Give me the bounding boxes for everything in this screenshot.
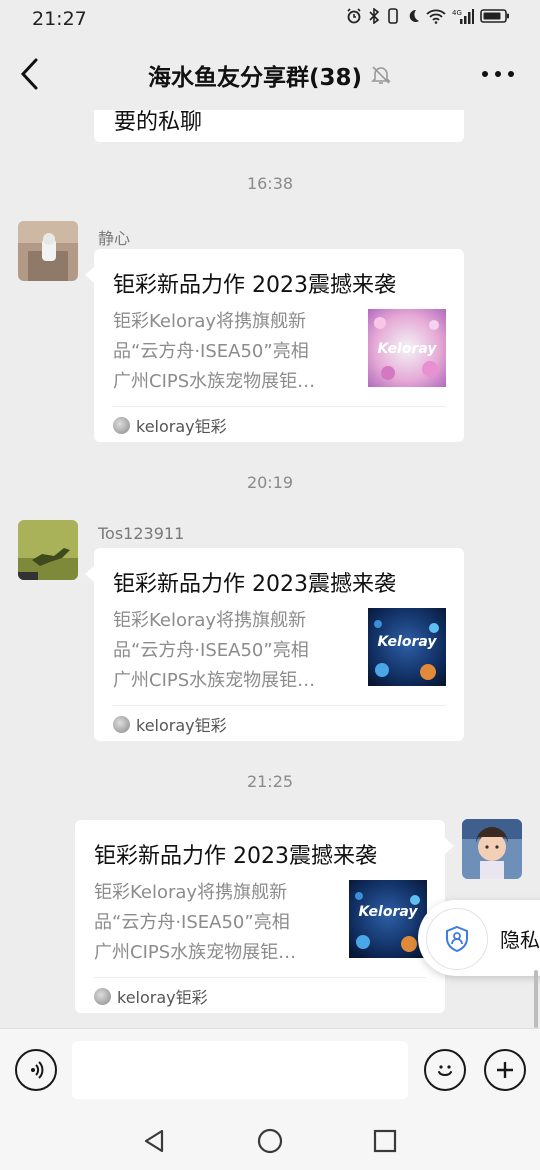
source-name: keloray钜彩 — [136, 417, 227, 436]
source-logo-icon — [113, 715, 130, 733]
card-source: keloray钜彩 — [113, 712, 227, 736]
wifi-icon — [426, 9, 446, 24]
card-desc-line: 品“云方舟·ISEA50”亮相 — [113, 341, 309, 362]
chat-title: 海水鱼友分享群(38) — [147, 65, 363, 91]
privacy-label: 隐私 — [500, 928, 540, 952]
system-back-button[interactable] — [140, 1126, 170, 1156]
network-type-label: 4G — [452, 9, 462, 17]
source-name: keloray钜彩 — [117, 988, 208, 1007]
card-desc-line: 广州CIPS水族宠物展钜… — [94, 942, 297, 963]
message-input[interactable] — [72, 1041, 408, 1099]
chat-title-area: 海水鱼友分享群(38) — [0, 58, 540, 92]
link-card[interactable]: 钜彩新品力作 2023震撼来袭 钜彩Keloray将携旗舰新 品“云方舟·ISE… — [75, 820, 454, 1013]
status-time: 21:27 — [32, 8, 87, 30]
source-name: keloray钜彩 — [136, 716, 227, 735]
bluetooth-icon — [369, 8, 380, 24]
card-thumbnail: Keloray — [368, 608, 446, 686]
voice-icon — [31, 1061, 44, 1079]
message-text: 要的私聊 — [114, 110, 203, 135]
card-source: keloray钜彩 — [113, 413, 227, 437]
card-desc-line: 广州CIPS水族宠物展钜… — [113, 670, 316, 691]
card-thumbnail: Keloray — [349, 880, 427, 958]
timestamp: 20:19 — [246, 473, 294, 492]
card-description: 钜彩Keloray将携旗舰新 品“云方舟·ISEA50”亮相 广州CIPS水族宠… — [113, 307, 351, 397]
card-source: keloray钜彩 — [94, 984, 208, 1008]
avatar[interactable] — [462, 819, 522, 879]
card-title: 钜彩新品力作 2023震撼来袭 — [94, 844, 377, 869]
system-home-button[interactable] — [255, 1126, 285, 1156]
system-recents-button[interactable] — [370, 1126, 400, 1156]
card-desc-line: 钜彩Keloray将携旗舰新 — [94, 882, 288, 903]
message-bubble[interactable]: 要的私聊 — [94, 110, 464, 142]
vibrate-icon — [388, 8, 398, 24]
shield-person-icon — [426, 908, 488, 970]
photo-avatar-icon — [18, 221, 78, 281]
card-desc-line: 品“云方舟·ISEA50”亮相 — [94, 912, 290, 933]
link-card[interactable]: 钜彩新品力作 2023震撼来袭 钜彩Keloray将携旗舰新 品“云方舟·ISE… — [85, 548, 464, 741]
timestamp: 21:25 — [246, 772, 294, 791]
signal-icon: 4G — [452, 9, 474, 24]
status-bar: 21:27 4G — [0, 0, 540, 38]
card-desc-line: 钜彩Keloray将携旗舰新 — [113, 610, 307, 631]
input-bar — [0, 1028, 540, 1111]
chat-header: 海水鱼友分享群(38) — [0, 38, 540, 110]
plus-button[interactable] — [484, 1049, 526, 1091]
privacy-popup[interactable]: 隐私 — [418, 900, 540, 976]
thumb-logo-text: Keloray — [377, 634, 437, 650]
scrollbar[interactable] — [534, 970, 538, 1028]
card-divider — [113, 705, 445, 706]
card-description: 钜彩Keloray将携旗舰新 品“云方舟·ISEA50”亮相 广州CIPS水族宠… — [94, 878, 332, 968]
mute-bell-icon — [371, 66, 391, 84]
dot-icon — [508, 71, 514, 77]
thumb-logo-text: Keloray — [377, 341, 437, 357]
dot-icon — [495, 71, 501, 77]
dot-icon — [482, 71, 488, 77]
lizard-avatar-icon — [18, 520, 78, 580]
moon-icon — [409, 9, 419, 22]
plus-icon — [497, 1062, 513, 1078]
emoji-button[interactable] — [424, 1049, 466, 1091]
battery-icon — [480, 9, 509, 23]
timestamp: 16:38 — [246, 174, 294, 193]
card-desc-line: 钜彩Keloray将携旗舰新 — [113, 311, 307, 332]
avatar[interactable] — [18, 221, 78, 281]
source-logo-icon — [113, 416, 130, 434]
emoji-icon — [438, 1065, 452, 1076]
voice-button[interactable] — [15, 1049, 57, 1091]
card-divider — [94, 977, 426, 978]
source-logo-icon — [94, 987, 111, 1005]
home-circle-icon — [257, 1128, 283, 1154]
chat-messages[interactable]: 要的私聊 16:38 静心 钜彩新品力作 2023震撼来袭 钜彩Keloray将… — [0, 110, 540, 1028]
back-triangle-icon — [144, 1129, 164, 1153]
sender-name: Tos123911 — [98, 524, 185, 543]
card-description: 钜彩Keloray将携旗舰新 品“云方舟·ISEA50”亮相 广州CIPS水族宠… — [113, 606, 351, 696]
avatar[interactable] — [18, 520, 78, 580]
more-options-button[interactable] — [482, 71, 514, 77]
thumb-logo-text: Keloray — [358, 904, 418, 920]
card-divider — [113, 406, 445, 407]
recents-square-icon — [373, 1129, 397, 1153]
card-desc-line: 品“云方舟·ISEA50”亮相 — [113, 640, 309, 661]
sender-name: 静心 — [98, 229, 131, 248]
card-thumbnail: Keloray — [368, 309, 446, 387]
card-desc-line: 广州CIPS水族宠物展钜… — [113, 371, 316, 392]
status-icons: 4G — [346, 8, 510, 24]
card-title: 钜彩新品力作 2023震撼来袭 — [113, 572, 396, 597]
child-avatar-icon — [462, 819, 522, 879]
card-title: 钜彩新品力作 2023震撼来袭 — [113, 273, 396, 298]
system-navigation-bar — [0, 1110, 540, 1170]
link-card[interactable]: 钜彩新品力作 2023震撼来袭 钜彩Keloray将携旗舰新 品“云方舟·ISE… — [85, 249, 464, 442]
alarm-icon — [347, 8, 361, 24]
